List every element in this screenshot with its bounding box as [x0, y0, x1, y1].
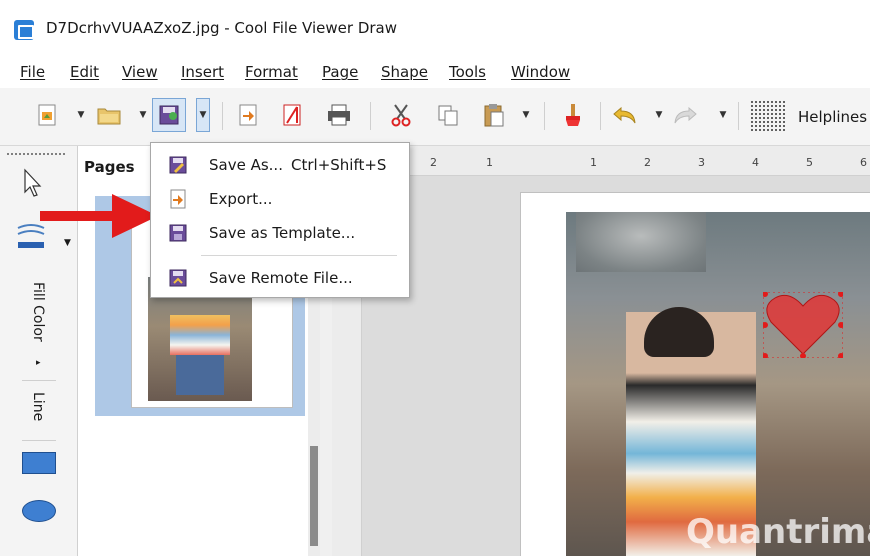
selection-handle[interactable] [838, 322, 843, 328]
save-as-icon [169, 156, 187, 174]
save-icon [159, 105, 179, 125]
menu-insert[interactable]: Insert [181, 63, 224, 81]
ellipse-tool[interactable] [22, 500, 56, 522]
photo-image[interactable]: Quantrimang [566, 212, 870, 556]
title-bar: D7DcrhvVUAAZxoZ.jpg - Cool File Viewer D… [0, 0, 870, 58]
menu-file[interactable]: File [20, 63, 45, 81]
helplines-label[interactable]: Helplines [798, 108, 867, 126]
pdf-icon [283, 104, 301, 126]
save-as-menu-item[interactable]: Save As... Ctrl+Shift+S [151, 148, 409, 182]
redo-icon [674, 106, 697, 124]
paste-dropdown-arrow[interactable]: ▼ [521, 106, 531, 124]
undo-dropdown-arrow[interactable]: ▼ [654, 106, 664, 124]
ruler-label: 3 [698, 156, 705, 169]
toolbar-separator [544, 102, 545, 130]
toolbar-separator [22, 440, 56, 441]
copy-button[interactable] [431, 98, 465, 132]
thumbnail-jeans [176, 355, 224, 395]
rectangle-tool[interactable] [22, 452, 56, 474]
line-label[interactable]: Line [30, 392, 46, 421]
selection-handle[interactable] [838, 292, 843, 297]
clone-formatting-button[interactable] [556, 98, 590, 132]
toolbar-separator [738, 102, 739, 130]
cut-button[interactable] [384, 98, 418, 132]
menu-format[interactable]: Format [245, 63, 298, 81]
ruler-label: 5 [806, 156, 813, 169]
menu-tools[interactable]: Tools [449, 63, 486, 81]
save-as-label: Save As... [209, 156, 283, 174]
window-title: D7DcrhvVUAAZxoZ.jpg - Cool File Viewer D… [46, 19, 397, 37]
thumbnail-sweater [170, 315, 230, 355]
save-dropdown-arrow[interactable]: ▼ [196, 98, 210, 132]
open-button[interactable] [92, 98, 126, 132]
menu-shape[interactable]: Shape [381, 63, 428, 81]
pages-scrollbar-thumb[interactable] [310, 446, 318, 546]
grid-icon[interactable] [750, 100, 786, 132]
standard-toolbar: ▼ ▼ ▼ ▼ ▼ ▼ Helplines [0, 88, 870, 146]
undo-button[interactable] [608, 98, 642, 132]
app-icon [14, 20, 34, 40]
save-as-shortcut: Ctrl+Shift+S [291, 156, 387, 174]
open-dropdown-arrow[interactable]: ▼ [138, 106, 148, 124]
pages-panel-title: Pages [84, 158, 135, 176]
new-dropdown-arrow[interactable]: ▼ [76, 106, 86, 124]
export-pdf-button[interactable] [275, 98, 309, 132]
template-icon [169, 224, 187, 242]
export-label: Export... [209, 190, 273, 208]
toolbar-separator [22, 380, 56, 381]
menu-bar: File Edit View Insert Format Page Shape … [0, 58, 870, 88]
folder-icon [97, 108, 121, 125]
save-remote-file-label: Save Remote File... [209, 269, 353, 287]
red-arrow-annotation [40, 194, 158, 238]
menu-separator [201, 255, 397, 256]
selection-handle[interactable] [763, 322, 768, 328]
redo-button[interactable] [668, 98, 702, 132]
fill-color-dropdown-arrow[interactable]: ▸ [36, 358, 41, 368]
fill-color-label[interactable]: Fill Color [30, 282, 46, 342]
menu-page[interactable]: Page [322, 63, 358, 81]
photo-lamp [576, 212, 706, 272]
save-remote-icon [169, 269, 187, 287]
toolbar-separator [600, 102, 601, 130]
export-icon [170, 189, 186, 209]
paintbrush-icon [566, 104, 580, 126]
selection-handle[interactable] [763, 353, 768, 358]
undo-icon [613, 106, 636, 124]
ruler-label: 1 [486, 156, 493, 169]
toolbar-grip [6, 152, 66, 156]
selection-handle[interactable] [838, 353, 843, 358]
menu-window[interactable]: Window [511, 63, 570, 81]
menu-view[interactable]: View [122, 63, 158, 81]
ruler-label: 1 [590, 156, 597, 169]
scissors-icon [391, 104, 411, 127]
export-icon [239, 104, 257, 126]
new-document-icon [38, 104, 56, 126]
print-button[interactable] [322, 98, 356, 132]
toolbar-separator [222, 102, 223, 130]
export-button[interactable] [231, 98, 265, 132]
redo-dropdown-arrow[interactable]: ▼ [718, 106, 728, 124]
export-menu-item[interactable]: Export... [151, 182, 409, 216]
selection-handle[interactable] [800, 353, 806, 358]
ruler-label: 4 [752, 156, 759, 169]
save-as-template-menu-item[interactable]: Save as Template... [151, 216, 409, 250]
ruler-label: 2 [430, 156, 437, 169]
copy-icon [438, 105, 458, 126]
ruler-label: 2 [644, 156, 651, 169]
save-button[interactable] [152, 98, 186, 132]
save-dropdown-menu: Save As... Ctrl+Shift+S Export... Save a… [150, 142, 410, 298]
selection-handle[interactable] [763, 292, 768, 297]
drawing-canvas[interactable]: Quantrimang [362, 176, 870, 556]
heart-shape[interactable] [763, 292, 843, 358]
clipboard-icon [484, 104, 504, 127]
watermark-text: Quantrimang [686, 512, 870, 552]
new-document-button[interactable] [30, 98, 64, 132]
ruler-label: 6 [860, 156, 867, 169]
toolbar-separator [370, 102, 371, 130]
save-as-template-label: Save as Template... [209, 224, 356, 242]
save-remote-file-menu-item[interactable]: Save Remote File... [151, 261, 409, 295]
printer-icon [328, 104, 350, 126]
paste-button[interactable] [477, 98, 511, 132]
menu-edit[interactable]: Edit [70, 63, 99, 81]
